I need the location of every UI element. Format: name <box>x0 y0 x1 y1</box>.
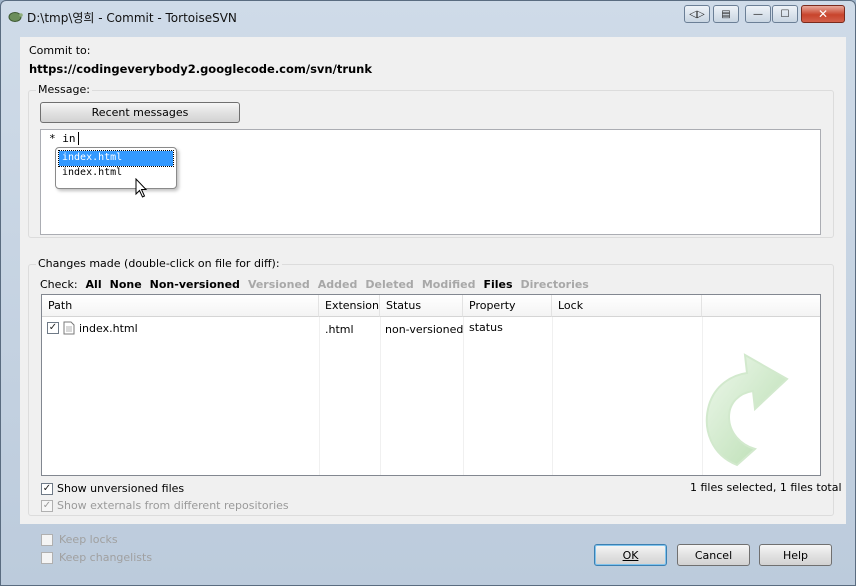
filter-deleted: Deleted <box>365 278 414 291</box>
selection-summary: 1 files selected, 1 files total <box>690 481 842 494</box>
extra-button-1[interactable]: ◁▷ <box>684 5 710 23</box>
window-title: D:\tmp\영희 - Commit - TortoiseSVN <box>27 11 237 25</box>
show-unversioned-option[interactable]: ✓ Show unversioned files <box>41 482 184 495</box>
autocomplete-item[interactable]: index.html <box>59 166 173 181</box>
cancel-button[interactable]: Cancel <box>677 544 750 566</box>
show-externals-label: Show externals from different repositori… <box>57 499 289 512</box>
tortoise-icon <box>8 12 23 22</box>
keep-changelists-option: Keep changelists <box>41 551 152 564</box>
message-label: Message: <box>36 83 92 96</box>
help-button[interactable]: Help <box>759 544 832 566</box>
curved-arrow-icon <box>705 353 789 467</box>
column-header-path[interactable]: Path <box>42 295 319 317</box>
row-path: index.html <box>79 321 138 335</box>
filter-directories: Directories <box>520 278 589 291</box>
row-extension: .html <box>325 323 354 336</box>
extra-button-2[interactable]: ▤ <box>713 5 739 23</box>
file-icon <box>63 321 75 335</box>
show-externals-option: ✓ Show externals from different reposito… <box>41 499 289 512</box>
message-text: * in <box>49 132 76 145</box>
changes-label: Changes made (double-click on file for d… <box>36 257 282 270</box>
show-unversioned-label: Show unversioned files <box>57 482 185 495</box>
row-status: non-versioned <box>385 323 464 336</box>
commit-to-label: Commit to: <box>29 44 91 57</box>
path-cell: ✓ index.html <box>47 321 138 335</box>
close-button[interactable]: ✕ <box>801 5 845 23</box>
column-divider <box>463 317 464 475</box>
mouse-pointer-icon <box>135 178 148 198</box>
show-unversioned-checkbox[interactable]: ✓ <box>41 482 53 495</box>
ok-button[interactable]: OK <box>594 544 667 566</box>
column-header-property-status[interactable]: Property status <box>463 295 552 334</box>
repository-url: https://codingeverybody2.googlecode.com/… <box>29 62 373 76</box>
filter-non-versioned[interactable]: Non-versioned <box>150 278 240 291</box>
commit-window: D:\tmp\영희 - Commit - TortoiseSVN ◁▷ ▤ — … <box>0 0 856 586</box>
autocomplete-list[interactable]: index.html index.html <box>55 147 177 189</box>
autocomplete-item[interactable]: index.html <box>58 150 174 167</box>
filter-none[interactable]: None <box>110 278 142 291</box>
column-divider <box>319 317 320 475</box>
keep-changelists-checkbox <box>41 551 53 564</box>
filter-modified: Modified <box>421 278 476 291</box>
changes-list[interactable]: Path Extension Status Property status Lo… <box>41 294 821 476</box>
filter-all[interactable]: All <box>86 278 102 291</box>
check-label: Check: <box>40 278 78 291</box>
column-header-status[interactable]: Status <box>380 295 463 317</box>
show-externals-checkbox: ✓ <box>41 499 53 512</box>
keep-locks-checkbox <box>41 533 53 546</box>
column-header-lock[interactable]: Lock <box>552 295 702 317</box>
column-divider <box>380 317 381 475</box>
column-header-filler <box>702 295 820 317</box>
keep-locks-label: Keep locks <box>59 533 118 546</box>
filter-added: Added <box>317 278 358 291</box>
title-bar[interactable]: D:\tmp\영희 - Commit - TortoiseSVN ◁▷ ▤ — … <box>1 1 855 31</box>
dialog-client: Commit to: https://codingeverybody2.goog… <box>20 37 846 524</box>
column-divider <box>552 317 553 475</box>
keep-locks-option: Keep locks <box>41 533 118 546</box>
text-cursor <box>78 132 79 145</box>
filter-files[interactable]: Files <box>483 278 512 291</box>
recent-messages-button[interactable]: Recent messages <box>40 102 240 123</box>
keep-changelists-label: Keep changelists <box>59 551 153 564</box>
maximize-button[interactable]: ☐ <box>772 5 798 23</box>
column-header-extension[interactable]: Extension <box>319 295 380 317</box>
minimize-button[interactable]: — <box>745 5 771 23</box>
row-checkbox[interactable]: ✓ <box>47 322 59 334</box>
check-filter-row: Check: All None Non-versioned Versioned … <box>40 278 589 291</box>
filter-versioned: Versioned <box>247 278 310 291</box>
